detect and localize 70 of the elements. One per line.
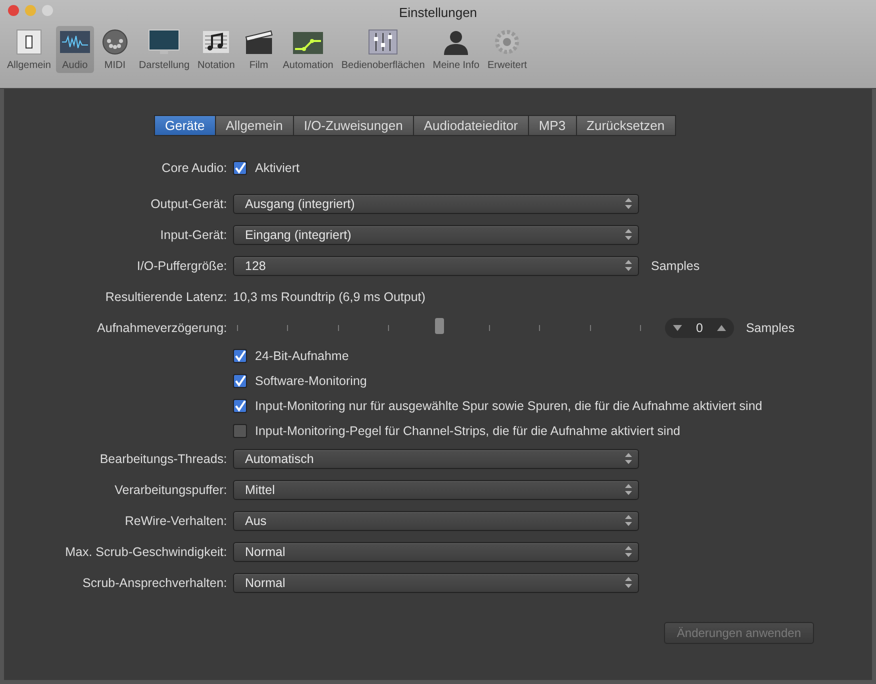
checkmark-icon <box>234 350 246 362</box>
checkbox-label: Software-Monitoring <box>255 374 367 388</box>
dropdown[interactable]: Mittel <box>233 480 639 500</box>
dropdown[interactable]: 128 <box>233 256 639 276</box>
toolbar-tab[interactable]: Erweitert <box>484 26 530 73</box>
up-arrow-icon <box>716 324 726 330</box>
checkbox-label: Aktiviert <box>255 161 300 175</box>
toolbar-tab[interactable]: Film <box>240 26 278 73</box>
updown-arrows-icon <box>625 515 632 526</box>
toolbar-tab[interactable]: Allgemein <box>4 26 54 73</box>
field-label: Scrub-Ansprechverhalten: <box>82 576 227 590</box>
checkmark-icon <box>234 162 246 174</box>
tab[interactable]: Audiodateieditor <box>414 115 529 136</box>
updown-arrows-icon <box>625 546 632 557</box>
tab[interactable]: Allgemein <box>216 115 294 136</box>
latency-value: 10,3 ms Roundtrip (6,9 ms Output) <box>233 290 426 304</box>
field-label: Max. Scrub-Geschwindigkeit: <box>65 544 227 558</box>
clapperboard-icon <box>242 28 275 56</box>
field-label: Output-Gerät: <box>150 196 227 210</box>
field-label: Core Audio: <box>162 161 227 175</box>
dropdown[interactable]: Eingang (integriert) <box>233 224 639 244</box>
updown-arrows-icon <box>625 453 632 464</box>
unit-label: Samples <box>746 320 795 334</box>
dropdown[interactable]: Ausgang (integriert) <box>233 194 639 214</box>
updown-arrows-icon <box>625 229 632 240</box>
toolbar-tab[interactable]: Notation <box>194 26 238 73</box>
updown-arrows-icon <box>625 260 632 271</box>
window-title: Einstellungen <box>398 5 478 20</box>
toolbar-tab[interactable]: Darstellung <box>136 26 193 73</box>
tab[interactable]: Geräte <box>154 115 216 136</box>
checkbox-label: Input-Monitoring-Pegel für Channel-Strips, die für die Aufnahme aktiviert sind <box>255 424 680 438</box>
checkbox-label: 24-Bit-Aufnahme <box>255 348 349 362</box>
toolbar-tab[interactable]: Meine Info <box>430 26 482 73</box>
dropdown[interactable]: Normal <box>233 542 639 562</box>
field-label: Resultierende Latenz: <box>105 290 227 304</box>
unit-label: Samples <box>651 258 700 272</box>
field-label: ReWire-Verhalten: <box>124 514 227 528</box>
field-label: Verarbeitungspuffer: <box>114 482 227 496</box>
checkmark-icon <box>234 400 246 412</box>
close-button[interactable] <box>8 5 19 16</box>
monitor-icon <box>148 28 180 56</box>
checkmark-icon <box>234 374 246 386</box>
checkbox[interactable] <box>233 398 247 412</box>
dropdown[interactable]: Aus <box>233 510 639 530</box>
field-label: Aufnahmeverzögerung: <box>97 320 227 334</box>
toolbar-tab[interactable]: MIDI <box>96 26 134 73</box>
dropdown[interactable]: Normal <box>233 572 639 592</box>
checkbox-label: Input-Monitoring nur für ausgewählte Spur sowie Spuren, die für die Aufnahme aktiviert sind <box>255 398 762 412</box>
faders-icon <box>367 28 400 56</box>
down-arrow-icon <box>673 324 682 330</box>
number-stepper[interactable]: 0 <box>665 318 734 338</box>
updown-arrows-icon <box>625 484 632 495</box>
checkbox[interactable] <box>233 374 247 388</box>
toolbar-tab[interactable]: Automation <box>280 26 336 73</box>
updown-arrows-icon <box>625 198 632 209</box>
toolbar-tab[interactable]: Audio <box>56 26 94 73</box>
toolbar-tab[interactable]: Bedienoberflächen <box>338 26 428 73</box>
field-label: I/O-Puffergröße: <box>136 258 227 272</box>
slider-thumb[interactable] <box>435 318 444 334</box>
updown-arrows-icon <box>625 577 632 588</box>
tab[interactable]: I/O-Zuweisungen <box>294 115 414 136</box>
checkbox[interactable] <box>233 348 247 362</box>
tab[interactable]: Zurücksetzen <box>576 115 676 136</box>
waveform-icon <box>58 28 91 56</box>
checkbox[interactable] <box>233 161 247 175</box>
checkbox[interactable] <box>233 424 247 438</box>
tab[interactable]: MP3 <box>528 115 577 136</box>
dropdown[interactable]: Automatisch <box>233 448 639 468</box>
field-label: Bearbeitungs-Threads: <box>100 452 227 466</box>
field-label: Input-Gerät: <box>160 228 227 242</box>
